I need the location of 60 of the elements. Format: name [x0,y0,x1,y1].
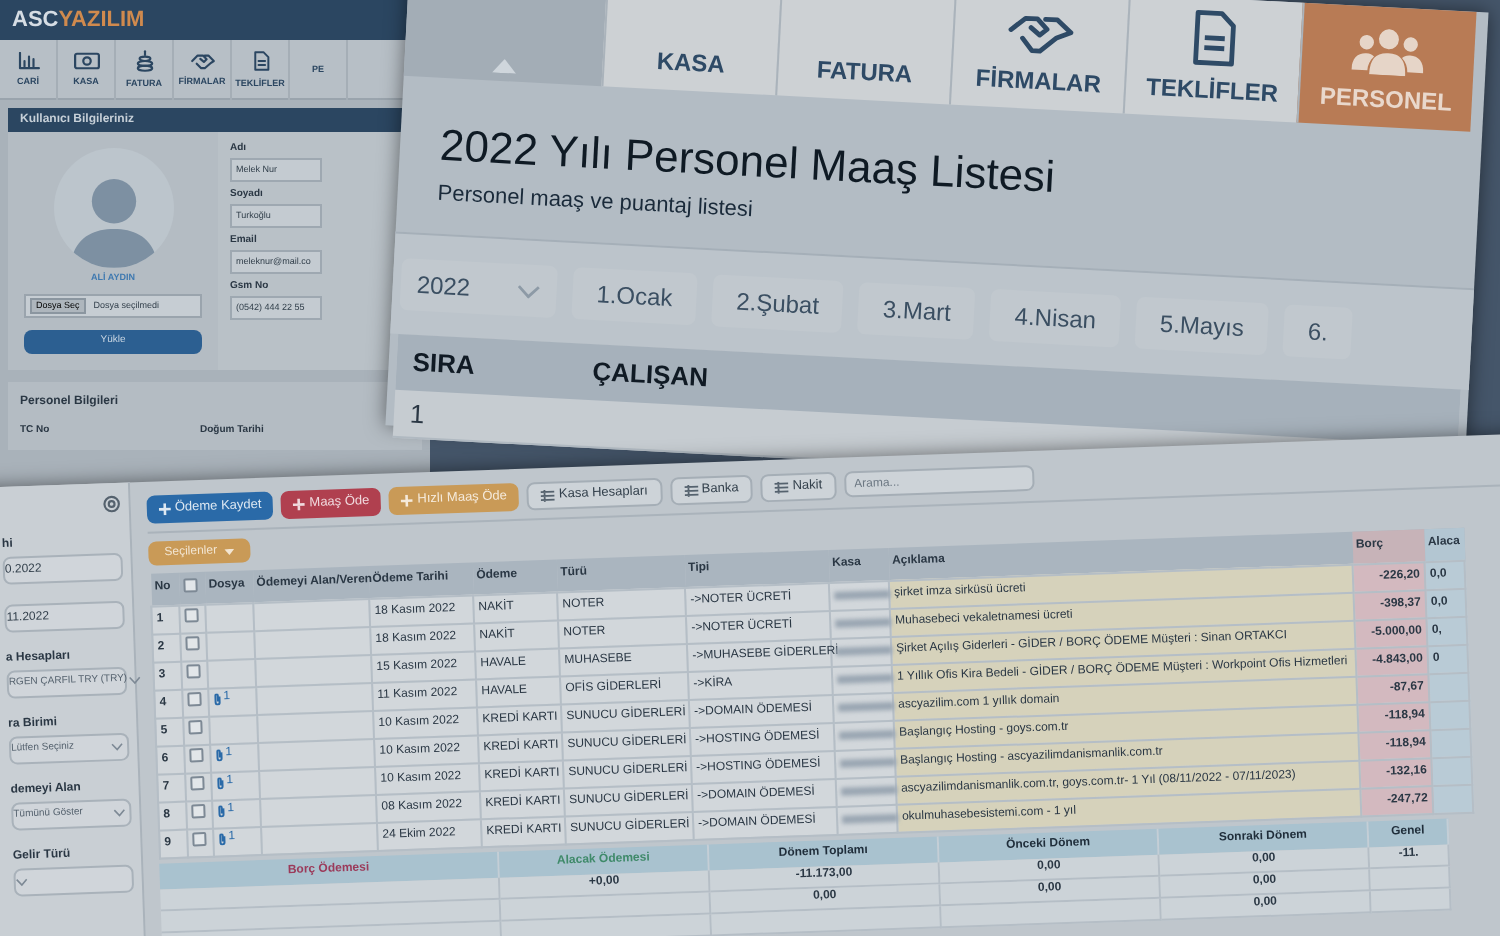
plus-icon [401,493,414,506]
list-icon [774,480,789,493]
column-header: ÇALIŞAN [589,354,711,397]
list-icon [540,488,556,502]
bar-chart-icon [17,52,39,71]
banknote-icon [73,52,99,71]
users-icon [1351,25,1426,78]
nav-tab[interactable]: FATURA [775,0,956,105]
blurred-name [841,813,899,824]
checkbox[interactable] [189,748,204,764]
nav-tab[interactable]: FİRMALAR [948,0,1129,114]
checkbox[interactable] [185,637,200,652]
blurred-name [841,785,898,796]
list-icon [683,483,698,497]
month-button[interactable]: 5.Mayıs [1134,296,1270,356]
month-button[interactable]: 3.Mart [857,282,977,340]
collapse-arrow-icon[interactable] [491,58,516,74]
month-button[interactable]: 2.Şubat [711,274,845,334]
checkbox[interactable] [192,832,207,848]
app-logo: ASCYAZILIM [12,9,145,31]
month-button[interactable]: 1.Ocak [571,267,698,326]
plus-icon [158,502,172,515]
table-cell-text: 1 [407,396,428,433]
year-dropdown[interactable]: 2022 [399,258,558,319]
column-header: SIRA [409,345,478,385]
blurred-name [835,617,892,628]
checkbox[interactable] [190,776,205,792]
page-subtitle: Personel maaş ve puantaj listesi [436,179,754,226]
plus-icon [293,497,306,510]
checkbox[interactable] [184,609,199,624]
document-icon [251,50,269,73]
summary-cell [1370,865,1451,891]
checkbox[interactable] [188,720,203,736]
chevron-down-icon [113,808,126,818]
caret-down-icon [224,547,236,555]
blurred-name [839,729,896,740]
handshake-icon [189,52,215,71]
chevron-down-icon [516,283,541,299]
month-button[interactable]: 6. [1282,304,1354,360]
blurred-name [837,673,894,684]
chevron-down-icon [15,878,28,887]
checkbox[interactable] [182,578,197,594]
blurred-name [836,645,893,656]
select-field[interactable] [13,864,135,897]
handshake-icon [1005,11,1076,59]
nav-tab[interactable]: TEKLİFLER [1122,0,1303,123]
checkbox[interactable] [187,692,202,708]
chevron-down-icon [111,742,124,752]
nav-tab[interactable]: KASA [601,0,782,96]
checkbox[interactable] [191,804,206,820]
blurred-name [840,757,897,768]
paperclip-icon [213,692,222,706]
coin-stack-icon [135,50,153,73]
settings-icon[interactable] [102,494,121,514]
checkbox[interactable] [186,665,201,680]
chevron-down-icon [129,676,142,685]
blurred-name [838,701,895,712]
blurred-name [834,589,891,600]
document-icon [1191,9,1239,68]
month-button[interactable]: 4.Nisan [989,288,1122,348]
